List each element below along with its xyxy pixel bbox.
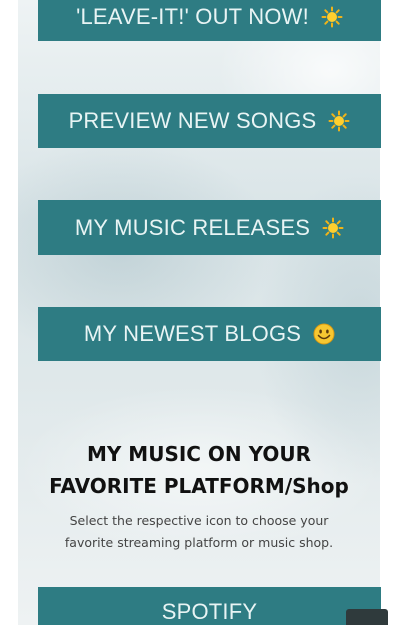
leave-it-out-now-button[interactable]: 'LEAVE-IT!' OUT NOW! — [38, 0, 381, 41]
button-label: SPOTIFY — [161, 599, 258, 624]
my-newest-blogs-button[interactable]: MY NEWEST BLOGS — [38, 307, 381, 361]
platforms-subtitle-line1: Select the respective icon to choose you… — [69, 513, 329, 528]
smiley-icon — [313, 323, 335, 345]
sun-icon — [321, 6, 343, 28]
button-label: 'LEAVE-IT!' OUT NOW! — [76, 3, 309, 29]
button-label: MY NEWEST BLOGS — [83, 321, 302, 346]
scroll-to-top-button[interactable] — [346, 609, 388, 625]
page-margin-left — [0, 0, 18, 625]
page-margin-right — [380, 0, 406, 625]
platforms-heading-line1: MY MUSIC ON YOUR — [86, 442, 312, 466]
button-label: MY MUSIC RELEASES — [74, 214, 311, 240]
spotify-button[interactable]: SPOTIFY — [38, 587, 381, 625]
platforms-heading: MY MUSIC ON YOUR FAVORITE PLATFORM/Shop — [18, 438, 380, 502]
button-label: PREVIEW NEW SONGS — [68, 108, 317, 133]
platforms-subtitle-line2: favorite streaming platform or music sho… — [64, 535, 334, 550]
sun-icon — [322, 217, 344, 239]
platforms-heading-line2: FAVORITE PLATFORM/Shop — [49, 474, 349, 498]
sun-icon — [328, 110, 350, 132]
my-music-releases-button[interactable]: MY MUSIC RELEASES — [38, 200, 381, 255]
platforms-subtitle: Select the respective icon to choose you… — [18, 510, 380, 554]
preview-new-songs-button[interactable]: PREVIEW NEW SONGS — [38, 94, 381, 148]
